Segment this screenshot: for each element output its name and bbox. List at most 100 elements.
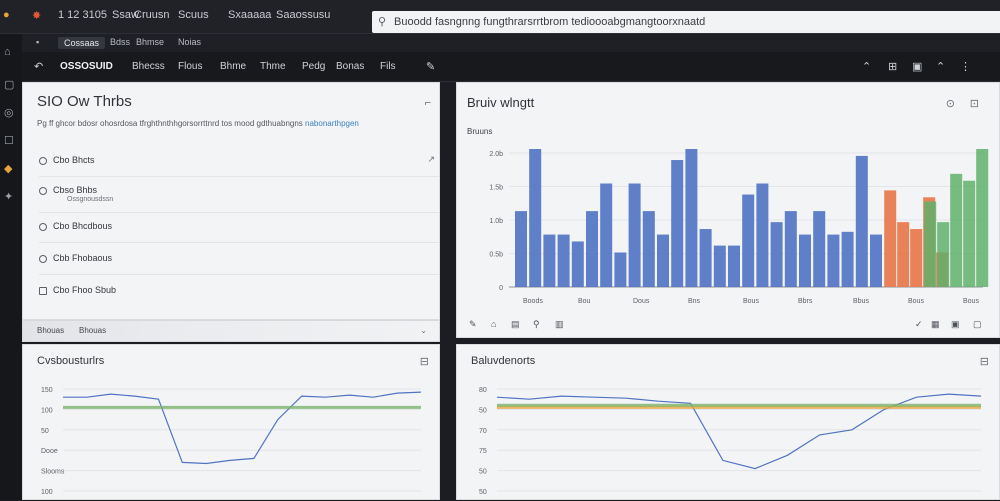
tab-4[interactable]: Scuus xyxy=(178,9,209,25)
bar xyxy=(950,173,963,287)
address-bar[interactable]: ⚲ Buoodd fasngnng fungthrarsrrtbrom tedi… xyxy=(372,11,1000,33)
settings-icon[interactable]: ✦ xyxy=(4,190,13,203)
check-icon[interactable]: ✓ xyxy=(915,319,923,330)
radio-button[interactable] xyxy=(39,187,47,195)
bar xyxy=(557,234,570,287)
collapse-icon[interactable]: ⌐ xyxy=(425,97,431,109)
edit-icon[interactable]: ✎ xyxy=(469,319,477,330)
bar xyxy=(770,222,783,287)
subnav-item-4[interactable]: Noias xyxy=(178,37,201,47)
subnav-item-2[interactable]: Bdss xyxy=(110,37,130,47)
subnav-back-icon[interactable]: ▪ xyxy=(36,37,39,47)
filter-icon[interactable]: ▥ xyxy=(555,319,564,330)
bar xyxy=(884,190,897,287)
list-item[interactable]: Cbo Fhoo Sbub xyxy=(39,283,439,307)
x-tick-label: Bns xyxy=(688,298,701,305)
radio-button[interactable] xyxy=(39,223,47,231)
item-label: Cbso Bhbs xyxy=(53,185,98,195)
docs-icon[interactable]: ▢ xyxy=(4,78,14,91)
bar xyxy=(784,211,797,287)
y-tick-label: 1.0b xyxy=(489,218,503,225)
bar xyxy=(671,160,684,287)
x-tick-label: Bous xyxy=(908,298,924,305)
secure-lock-icon: ⚲ xyxy=(378,16,387,28)
bar xyxy=(756,183,769,287)
grid-icon[interactable]: ▣ xyxy=(951,319,960,330)
tab-5[interactable]: Saaossusu xyxy=(276,9,330,25)
tab-1[interactable]: 1 12 3105 xyxy=(58,9,107,25)
alert-icon[interactable]: ◆ xyxy=(4,162,12,175)
bar xyxy=(586,211,598,287)
y-tick-label: 1.5b xyxy=(489,185,503,192)
subnav-item-1[interactable]: Cossaas xyxy=(58,37,106,49)
address-text: Buoodd fasngnng fungthrarsrrtbrom tedioo… xyxy=(394,16,706,28)
item-label: Cbo Fhoo Sbub xyxy=(53,285,117,295)
bar xyxy=(937,222,950,287)
browser-logo-icon: ● xyxy=(3,9,10,21)
calendar-icon[interactable]: ▦ xyxy=(931,319,940,330)
left-icon-rail: ⌂ ▢ ◎ ☐ ◆ ✦ xyxy=(0,34,22,500)
y-tick-label: 100 xyxy=(41,489,53,496)
bar-chart-panel: Bruiv wlngtt ⊙ ⊡ Bruuns 2.0b 1.5b 1.0b 0.5b… xyxy=(456,82,1000,338)
edit-icon[interactable]: ✎ xyxy=(426,60,435,73)
list-item[interactable]: Cbso Bhbs Ossgnousdssn xyxy=(39,183,439,213)
bar xyxy=(642,211,655,287)
description-link[interactable]: nabonarthpgen xyxy=(305,119,359,128)
radio-button[interactable] xyxy=(39,157,47,165)
bar xyxy=(924,201,937,287)
search-icon[interactable]: ⊞ xyxy=(888,60,897,73)
radio-button[interactable] xyxy=(39,287,47,295)
bar xyxy=(515,211,527,287)
link-icon[interactable]: ⚲ xyxy=(533,319,540,330)
bar xyxy=(699,229,712,287)
nav-item-4[interactable]: Thme xyxy=(260,61,286,72)
chevron-icon[interactable]: ↗ xyxy=(427,154,435,165)
line-chart-right-panel: Baluvdenorts ⊟ 80 50 70 75 50 50 xyxy=(456,344,1000,500)
menu-icon[interactable]: ⌂ xyxy=(4,46,11,58)
bar xyxy=(529,149,542,287)
bookmarks-bar: ▪ Cossaas Bdss Bhmse Noias xyxy=(22,34,1000,52)
nav-item-1[interactable]: Bhecss xyxy=(132,61,165,72)
item-sublabel: Ossgnousdssn xyxy=(67,196,114,203)
tab-6[interactable]: Sxaaaaa xyxy=(228,9,271,25)
bar xyxy=(855,155,868,287)
checklist-panel: SIO Ow Thrbs ⌐ Pg ff ghcor bdosr ohosrdo… xyxy=(22,82,440,320)
subnav-item-3[interactable]: Bhmse xyxy=(136,37,164,47)
list-item[interactable]: Cbo Bhcts ↗ xyxy=(39,153,439,177)
share-icon[interactable]: ⌂ xyxy=(491,319,496,329)
bar xyxy=(728,245,740,287)
radio-button[interactable] xyxy=(39,255,47,263)
nav-item-5[interactable]: Pedg xyxy=(302,61,325,72)
app-brand[interactable]: OSSOSUID xyxy=(60,61,113,72)
bar xyxy=(685,149,698,287)
y-tick-label: 50 xyxy=(479,407,487,414)
nav-item-3[interactable]: Bhme xyxy=(220,61,246,72)
bar xyxy=(657,234,669,287)
back-icon[interactable]: ↶ xyxy=(34,60,43,73)
y-tick-label: Slooms xyxy=(41,469,65,476)
notifications-icon[interactable]: ⌃ xyxy=(862,60,871,73)
nav-item-2[interactable]: Flous xyxy=(178,61,202,72)
item-label: Cbo Bhcts xyxy=(53,155,95,165)
y-tick-label: 70 xyxy=(479,428,487,435)
help-icon[interactable]: ▣ xyxy=(912,60,922,73)
y-tick-label: 0 xyxy=(499,285,503,292)
footer-chevron-icon[interactable]: ⌄ xyxy=(420,326,427,335)
settings-icon[interactable]: ⌃ xyxy=(936,60,945,73)
y-tick-label: 50 xyxy=(479,469,487,476)
item-label: Cbb Fhobaous xyxy=(53,253,113,263)
x-tick-label: Bou xyxy=(578,298,591,305)
tab-3[interactable]: Cruusn xyxy=(134,9,169,25)
x-tick-label: Bbus xyxy=(853,298,869,305)
lock-icon[interactable]: ☐ xyxy=(4,134,14,147)
more-icon[interactable]: ⋮ xyxy=(960,60,971,73)
nav-item-6[interactable]: Bonas xyxy=(336,61,364,72)
users-icon[interactable]: ◎ xyxy=(4,106,14,119)
y-tick-label: 0.5b xyxy=(489,252,503,259)
fullscreen-icon[interactable]: ▢ xyxy=(973,319,982,330)
list-item[interactable]: Cbo Bhcdbous xyxy=(39,219,439,243)
export-icon[interactable]: ▤ xyxy=(511,319,520,330)
nav-item-7[interactable]: Fils xyxy=(380,61,396,72)
bar xyxy=(813,211,826,287)
list-item[interactable]: Cbb Fhobaous xyxy=(39,251,439,275)
